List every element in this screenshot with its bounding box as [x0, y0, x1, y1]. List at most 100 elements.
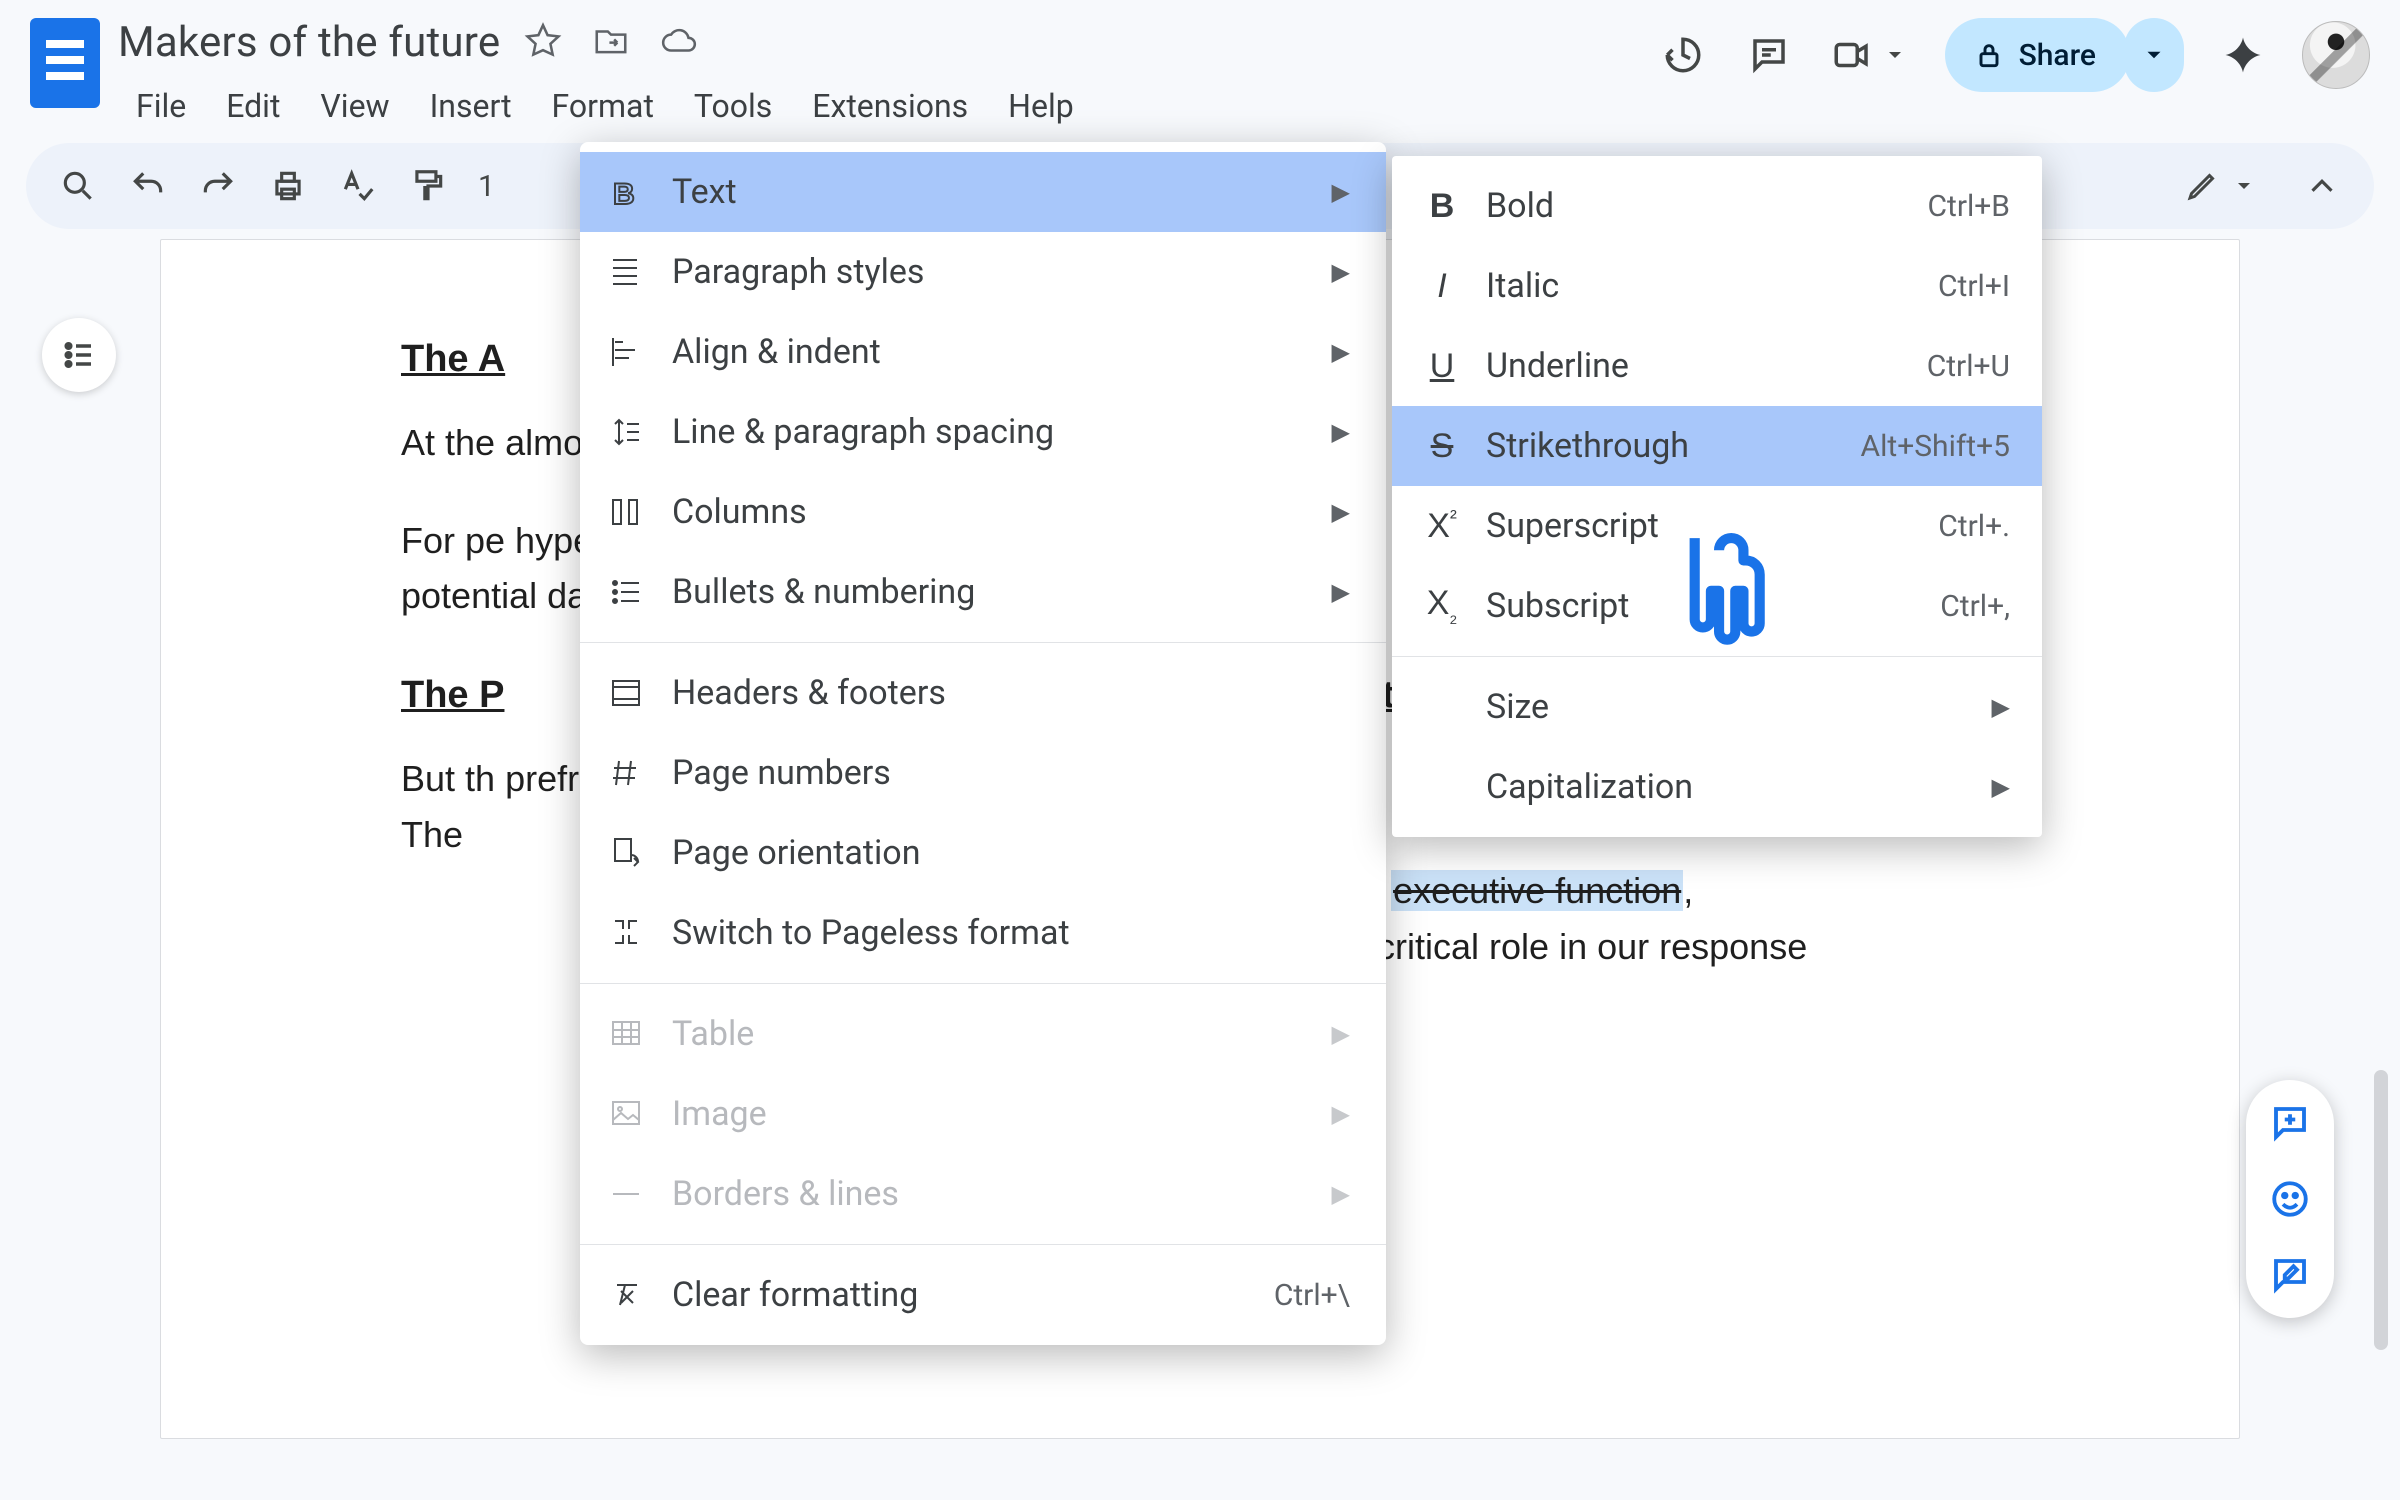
- menu-item-label: Switch to Pageless format: [672, 913, 1350, 953]
- bullets-icon: [604, 570, 648, 614]
- format-menu-item-text[interactable]: BText▶: [580, 152, 1386, 232]
- menu-item-label: Paragraph styles: [672, 252, 1302, 292]
- clear-icon: [604, 1273, 648, 1317]
- text-menu-item-bold[interactable]: BBoldCtrl+B: [1392, 166, 2042, 246]
- menu-item-label: Image: [672, 1094, 1302, 1134]
- menu-insert[interactable]: Insert: [412, 81, 530, 131]
- menu-item-label: Align & indent: [672, 332, 1302, 372]
- zoom-value[interactable]: 1: [468, 169, 495, 204]
- spacing-icon: [604, 410, 648, 454]
- format-menu-item-clear[interactable]: Clear formattingCtrl+\: [580, 1255, 1386, 1335]
- format-menu-item-po[interactable]: Page orientation: [580, 813, 1386, 893]
- format-menu-item-align[interactable]: Align & indent ▶: [580, 312, 1386, 392]
- menu-format[interactable]: Format: [534, 81, 672, 131]
- editing-mode-button[interactable]: [2170, 168, 2270, 204]
- chevron-right-icon: ▶: [1326, 1100, 1350, 1128]
- menu-item-label: Strikethrough: [1486, 426, 1839, 466]
- spellcheck-icon[interactable]: [328, 156, 388, 216]
- caret-down-icon: [1883, 43, 1907, 67]
- account-avatar[interactable]: [2302, 21, 2370, 89]
- menu-item-label: Columns: [672, 492, 1302, 532]
- text-menu-item-italic[interactable]: IItalicCtrl+I: [1392, 246, 2042, 326]
- chevron-right-icon: ▶: [1326, 418, 1350, 446]
- menu-extensions[interactable]: Extensions: [794, 81, 986, 131]
- format-menu-item-pn[interactable]: Page numbers: [580, 733, 1386, 813]
- format-menu: BText▶Paragraph styles▶Align & indent▶Li…: [580, 142, 1386, 1345]
- cloud-status-icon[interactable]: [660, 22, 698, 64]
- pl-icon: [604, 911, 648, 955]
- text-menu-item-subscript[interactable]: XSubscriptCtrl+,: [1392, 566, 2042, 646]
- gemini-icon[interactable]: [2222, 34, 2264, 76]
- text-menu-item-superscript[interactable]: XSuperscriptCtrl+.: [1392, 486, 2042, 566]
- text-menu-item-underline[interactable]: UUnderlineCtrl+U: [1392, 326, 2042, 406]
- chevron-right-icon: ▶: [1986, 773, 2010, 801]
- move-icon[interactable]: [592, 22, 630, 64]
- side-comment-palette: [2246, 1080, 2334, 1318]
- comments-icon[interactable]: [1745, 31, 1793, 79]
- format-menu-item-pl[interactable]: Switch to Pageless format: [580, 893, 1386, 973]
- menu-item-label: Bold: [1486, 186, 1905, 226]
- para-icon: [604, 250, 648, 294]
- print-icon[interactable]: [258, 156, 318, 216]
- shortcut-label: Ctrl+U: [1927, 349, 2010, 384]
- share-button[interactable]: Share: [1945, 18, 2130, 92]
- menu-item-label: Bullets & numbering: [672, 572, 1302, 612]
- menu-item-label: Line & paragraph spacing: [672, 412, 1302, 452]
- scrollbar[interactable]: [2374, 1070, 2388, 1350]
- menu-tools[interactable]: Tools: [676, 81, 790, 131]
- paint-format-icon[interactable]: [398, 156, 458, 216]
- format-menu-item-spacing[interactable]: Line & paragraph spacing ▶: [580, 392, 1386, 472]
- shortcut-label: Ctrl+B: [1927, 189, 2010, 224]
- strike-icon: S: [1420, 427, 1464, 466]
- history-icon[interactable]: [1659, 31, 1707, 79]
- menu-item-label: Page numbers: [672, 753, 1350, 793]
- menu-view[interactable]: View: [302, 81, 407, 131]
- chevron-right-icon: ▶: [1326, 1020, 1350, 1048]
- shortcut-label: Ctrl+.: [1938, 509, 2010, 544]
- collapse-toolbar-icon[interactable]: [2292, 156, 2352, 216]
- hf-icon: [604, 671, 648, 715]
- text-submenu: BBoldCtrl+BIItalicCtrl+IUUnderlineCtrl+U…: [1392, 156, 2042, 837]
- lock-icon: [1973, 39, 2005, 71]
- chevron-right-icon: ▶: [1326, 258, 1350, 286]
- menu-item-label: Underline: [1486, 346, 1905, 386]
- columns-icon: [604, 490, 648, 534]
- chevron-right-icon: ▶: [1326, 178, 1350, 206]
- meet-button[interactable]: [1831, 34, 1907, 76]
- format-menu-item-hf[interactable]: Headers & footers: [580, 653, 1386, 733]
- italic-icon: I: [1420, 267, 1464, 306]
- po-icon: [604, 831, 648, 875]
- format-menu-item-bullets[interactable]: Bullets & numbering▶: [580, 552, 1386, 632]
- shortcut-label: Alt+Shift+5: [1861, 429, 2010, 464]
- menu-help[interactable]: Help: [990, 81, 1092, 131]
- text-menu-item-cap[interactable]: Capitalization▶: [1392, 747, 2042, 827]
- menu-item-label: Headers & footers: [672, 673, 1350, 713]
- redo-icon[interactable]: [188, 156, 248, 216]
- suggest-edits-icon[interactable]: [2265, 1250, 2315, 1300]
- menu-item-label: Subscript: [1486, 586, 1918, 626]
- undo-icon[interactable]: [118, 156, 178, 216]
- chevron-right-icon: ▶: [1986, 693, 2010, 721]
- format-menu-item-bl: Borders & lines▶: [580, 1154, 1386, 1234]
- menu-item-label: Text: [672, 172, 1302, 212]
- format-menu-item-columns[interactable]: Columns▶: [580, 472, 1386, 552]
- selected-text: executive function: [1391, 870, 1683, 911]
- table-icon: [604, 1012, 648, 1056]
- search-icon[interactable]: [48, 156, 108, 216]
- share-dropdown[interactable]: [2124, 18, 2184, 92]
- chevron-right-icon: ▶: [1326, 1180, 1350, 1208]
- add-comment-icon[interactable]: [2265, 1098, 2315, 1148]
- docs-logo[interactable]: [30, 18, 100, 108]
- chevron-right-icon: ▶: [1326, 338, 1350, 366]
- image-icon: [604, 1092, 648, 1136]
- star-icon[interactable]: [524, 22, 562, 64]
- add-reaction-icon[interactable]: [2265, 1174, 2315, 1224]
- menu-edit[interactable]: Edit: [208, 81, 298, 131]
- document-title[interactable]: Makers of the future: [118, 18, 500, 67]
- menu-item-label: Italic: [1486, 266, 1916, 306]
- text-menu-item-size[interactable]: Size▶: [1392, 667, 2042, 747]
- format-menu-item-para[interactable]: Paragraph styles ▶: [580, 232, 1386, 312]
- menu-file[interactable]: File: [118, 81, 204, 131]
- outline-toggle[interactable]: [42, 318, 116, 392]
- text-menu-item-strike[interactable]: S Strikethrough Alt+Shift+5: [1392, 406, 2042, 486]
